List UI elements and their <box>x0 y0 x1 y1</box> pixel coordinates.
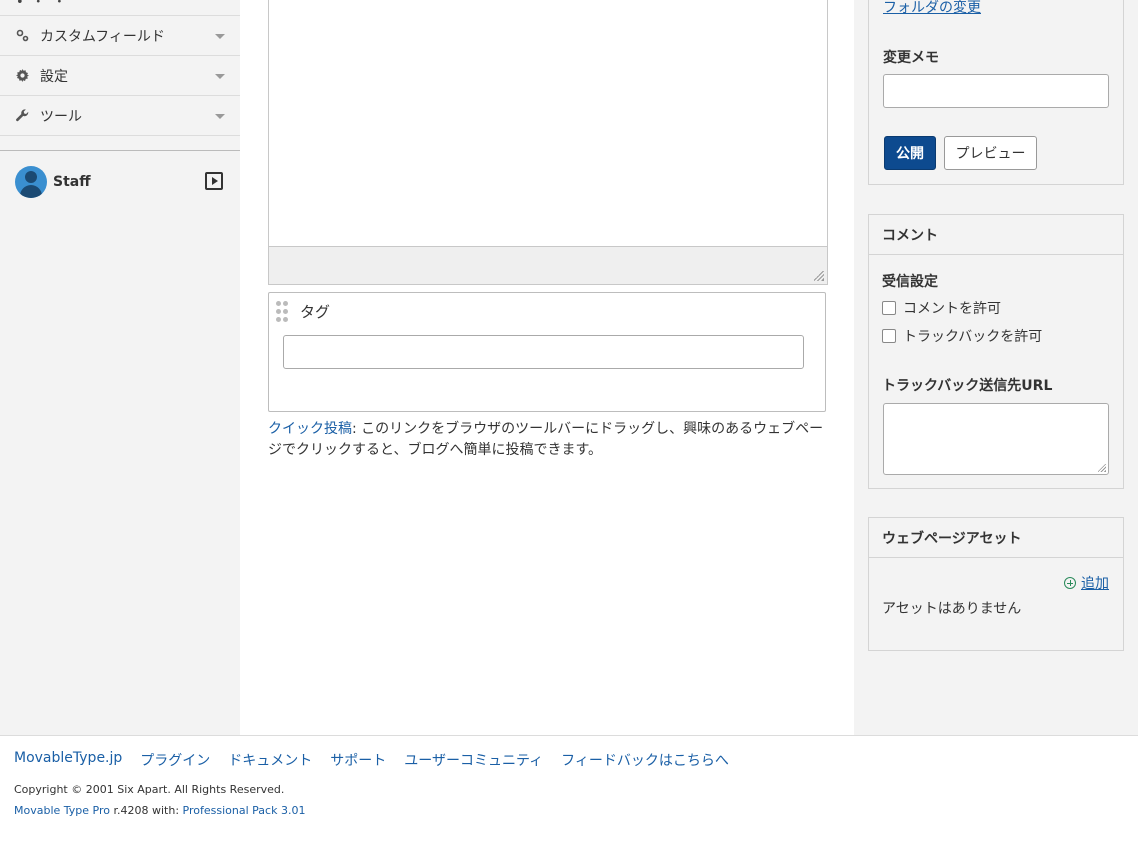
quickpost-text: : このリンクをブラウザのツールバーにドラッグし、興味のあるウェブページでクリッ… <box>268 421 824 458</box>
footer-link-movabletype[interactable]: MovableType.jp <box>14 750 122 770</box>
tag-input[interactable] <box>283 335 804 369</box>
editor-status-bar <box>269 246 827 284</box>
custom-field-icon <box>15 29 29 43</box>
pack-link[interactable]: Professional Pack 3.01 <box>183 804 306 817</box>
tag-panel: タグ <box>268 292 826 412</box>
sidebar-item-label: ツール <box>40 108 82 125</box>
avatar-head <box>25 171 37 183</box>
trackback-url-textarea[interactable] <box>883 403 1109 475</box>
user-name[interactable]: Staff <box>53 174 91 190</box>
publish-panel: フォルダの変更 変更メモ 公開 プレビュー <box>868 0 1124 185</box>
footer: MovableType.jp プラグイン ドキュメント サポート ユーザーコミュ… <box>0 735 1138 852</box>
footer-link-plugins[interactable]: プラグイン <box>140 750 210 770</box>
footer-link-community[interactable]: ユーザーコミュニティ <box>404 750 543 770</box>
drag-handle-icon[interactable] <box>276 301 288 323</box>
version-info: Movable Type Pro r.4208 with: Profession… <box>14 804 305 817</box>
editor-body-area[interactable] <box>268 0 828 285</box>
play-triangle <box>212 177 218 185</box>
allow-trackbacks-checkbox-row[interactable]: トラックバックを許可 <box>882 326 1042 346</box>
sidebar-item-custom-fields[interactable]: カスタムフィールド <box>0 16 240 56</box>
sidebar-item-label: 設定 <box>40 68 68 85</box>
right-column: フォルダの変更 変更メモ 公開 プレビュー コメント 受信設定 コメントを許可 … <box>854 0 1138 735</box>
add-asset-label: 追加 <box>1081 576 1109 592</box>
tag-panel-title: タグ <box>300 303 331 321</box>
change-folder-link[interactable]: フォルダの変更 <box>883 0 981 17</box>
sidebar: • ・ ・ カスタムフィールド 設定 ツール Staff <box>0 0 240 735</box>
sidebar-item-label: カスタムフィールド <box>40 28 165 45</box>
sidebar-divider <box>0 150 240 151</box>
chevron-down-icon <box>215 114 225 119</box>
no-assets-text: アセットはありません <box>882 601 1022 617</box>
avatar[interactable] <box>15 166 47 198</box>
allow-trackbacks-label: トラックバックを許可 <box>903 329 1043 345</box>
app: • ・ ・ カスタムフィールド 設定 ツール Staff タグ クイック投稿: … <box>0 0 1138 852</box>
wrench-icon <box>15 109 29 123</box>
add-circle-icon <box>1064 577 1076 589</box>
resize-handle-icon[interactable] <box>814 271 824 281</box>
play-icon[interactable] <box>205 172 223 190</box>
sidebar-item-partial[interactable]: • ・ ・ <box>0 0 240 16</box>
footer-links: MovableType.jp プラグイン ドキュメント サポート ユーザーコミュ… <box>14 750 729 770</box>
quickpost-description: クイック投稿: このリンクをブラウザのツールバーにドラッグし、興味のあるウェブペ… <box>268 419 830 461</box>
trackback-url-label: トラックバック送信先URL <box>882 378 1053 394</box>
user-row: Staff <box>15 165 225 199</box>
add-asset-link[interactable]: 追加 <box>1064 573 1109 593</box>
footer-link-support[interactable]: サポート <box>330 750 386 770</box>
change-memo-input[interactable] <box>883 74 1109 108</box>
asset-panel-title: ウェブページアセット <box>869 518 1123 558</box>
chevron-down-icon <box>215 34 225 39</box>
receive-settings-label: 受信設定 <box>882 274 938 290</box>
change-memo-label: 変更メモ <box>883 50 939 66</box>
allow-trackbacks-checkbox[interactable] <box>882 329 896 343</box>
chevron-down-icon <box>215 74 225 79</box>
product-link[interactable]: Movable Type Pro <box>14 804 110 817</box>
publish-button[interactable]: 公開 <box>884 136 936 170</box>
allow-comments-checkbox-row[interactable]: コメントを許可 <box>882 298 1001 318</box>
preview-button[interactable]: プレビュー <box>944 136 1037 170</box>
footer-link-docs[interactable]: ドキュメント <box>228 750 312 770</box>
comment-panel: コメント 受信設定 コメントを許可 トラックバックを許可 トラックバック送信先U… <box>868 214 1124 489</box>
sidebar-item-settings[interactable]: 設定 <box>0 56 240 96</box>
partial-item-label: • ・ ・ <box>16 0 68 10</box>
sidebar-item-tools[interactable]: ツール <box>0 96 240 136</box>
gear-icon <box>15 69 29 83</box>
comment-panel-title: コメント <box>869 215 1123 255</box>
copyright-text: Copyright © 2001 Six Apart. All Rights R… <box>14 783 285 796</box>
version-text: r.4208 with: <box>110 804 183 817</box>
avatar-body <box>20 185 42 198</box>
footer-link-feedback[interactable]: フィードバックはこちらへ <box>561 750 729 770</box>
resize-handle-icon[interactable] <box>1098 464 1106 472</box>
allow-comments-checkbox[interactable] <box>882 301 896 315</box>
quickpost-link[interactable]: クイック投稿 <box>268 421 352 437</box>
asset-panel: ウェブページアセット 追加 アセットはありません <box>868 517 1124 651</box>
allow-comments-label: コメントを許可 <box>903 301 1001 317</box>
